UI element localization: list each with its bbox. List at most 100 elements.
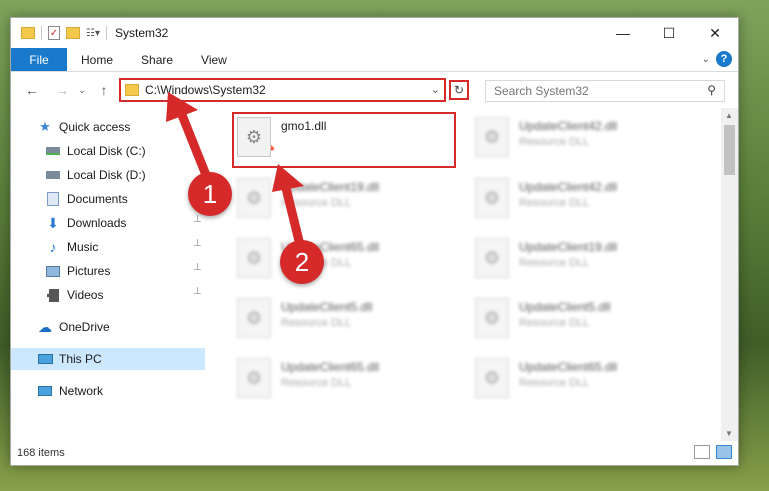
large-icons-view-button[interactable] [716,445,732,459]
sidebar-item-label: OneDrive [59,320,110,334]
file-name: UpdateClient5.dll [281,300,373,314]
file-type: Resource DLL [519,317,590,329]
folder-icon [125,84,139,96]
pin-icon: ⊥ [193,238,202,249]
title-bar: ✓ ☷▾ System32 — ☐ ✕ [11,18,738,48]
toolbar-separator [105,26,107,40]
file-name: UpdateClient65.dll [281,360,380,374]
up-arrow-icon: ↑ [100,82,108,98]
recent-locations-button[interactable]: ⌄ [71,79,93,101]
file-item[interactable]: ⚙ UpdateClient65.dll Resource DLL [237,358,457,408]
window-controls: — ☐ ✕ [600,18,738,48]
refresh-button[interactable]: ↻ [449,80,469,100]
step-2-marker: 2 [280,240,324,284]
sidebar-item-documents[interactable]: Documents [45,188,205,210]
dll-file-icon: ⚙ [237,238,271,278]
sidebar-item-label: Local Disk (C:) [67,144,146,158]
window-title: System32 [114,26,169,40]
sidebar-item-music[interactable]: ♪ Music [45,236,205,258]
view-toggle [694,445,732,459]
new-folder-icon[interactable] [66,27,80,39]
sidebar-item-local-disk-d[interactable]: Local Disk (D:) [45,164,205,186]
file-name: UpdateClient42.dll [519,180,618,194]
dll-file-icon: ⚙ [237,178,271,218]
dll-file-icon: ⚙ [475,238,509,278]
file-highlight-box [232,112,456,168]
drive-icon [45,143,61,159]
expand-ribbon-icon[interactable]: ⌄ [702,54,710,65]
file-item[interactable]: ⚙ UpdateClient42.dll Resource DLL [475,178,695,228]
address-row: ← → ⌄ ↑ C:\Windows\System32 ⌄ ↻ ⚲ [11,72,738,108]
sidebar-item-label: Documents [67,192,128,206]
properties-icon[interactable]: ✓ [48,26,60,40]
navigation-pane: ★ Quick access Local Disk (C:) 📌 Local D… [11,108,275,441]
dll-file-icon: ⚙ [475,358,509,398]
file-item[interactable]: ⚙ UpdateClient19.dll Resource DLL [237,178,457,228]
back-button[interactable]: ← [21,79,43,101]
sidebar-item-quick-access[interactable]: ★ Quick access [37,116,197,138]
tab-share[interactable]: Share [127,48,187,71]
tab-home[interactable]: Home [67,48,127,71]
file-type: Resource DLL [519,257,590,269]
minimize-button[interactable]: — [600,18,646,48]
star-icon: ★ [39,119,51,134]
tab-view[interactable]: View [187,48,241,71]
forward-arrow-icon: → [55,82,69,98]
tab-file[interactable]: File [11,48,67,71]
vertical-scrollbar[interactable]: ▲ ▼ [721,108,738,441]
search-input[interactable] [486,84,696,98]
cloud-icon: ☁ [38,318,52,335]
file-item[interactable]: ⚙ UpdateClient42.dll Resource DLL [475,117,695,167]
pin-icon: ⊥ [193,214,202,225]
sidebar-item-network[interactable]: Network [37,380,197,402]
search-box[interactable]: ⚲ [485,80,725,102]
sidebar-item-downloads[interactable]: ⬇ Downloads [45,212,205,234]
forward-button[interactable]: → [51,79,73,101]
back-arrow-icon: ← [25,82,39,98]
scroll-up-icon[interactable]: ▲ [725,111,733,120]
file-type: Resource DLL [281,197,352,209]
help-button[interactable]: ? [716,51,732,67]
address-bar[interactable]: C:\Windows\System32 ⌄ [119,78,446,102]
file-item[interactable]: ⚙ UpdateClient65.dll Resource DLL [475,358,695,408]
scrollbar-thumb[interactable] [724,125,735,175]
sidebar-item-this-pc[interactable]: This PC [11,348,205,370]
dll-file-icon: ⚙ [237,358,271,398]
customize-toolbar-icon[interactable]: ☷▾ [86,28,100,39]
sidebar-item-pictures[interactable]: Pictures [45,260,205,282]
file-name: UpdateClient5.dll [519,300,611,314]
scroll-down-icon[interactable]: ▼ [725,429,733,438]
file-item[interactable]: ⚙ UpdateClient19.dll Resource DLL [475,238,695,288]
ribbon-tabs: File Home Share View ⌄ ? [11,48,738,72]
file-name: UpdateClient65.dll [519,360,618,374]
sidebar-item-label: Network [59,384,104,398]
details-view-button[interactable] [694,445,710,459]
file-item[interactable]: ⚙ UpdateClient5.dll Resource DLL [475,298,695,348]
sidebar-item-local-disk-c[interactable]: Local Disk (C:) 📌 [45,140,275,162]
file-name: UpdateClient19.dll [519,240,618,254]
sidebar-item-onedrive[interactable]: ☁ OneDrive [37,316,197,338]
sidebar-item-label: Local Disk (D:) [67,168,146,182]
file-item[interactable]: ⚙ UpdateClient5.dll Resource DLL [237,298,457,348]
file-type: Resource DLL [281,377,352,389]
up-button[interactable]: ↑ [93,79,115,101]
computer-icon [37,351,53,367]
sidebar-item-label: Downloads [67,216,127,230]
sidebar-item-videos[interactable]: Videos [45,284,205,306]
file-item[interactable]: ⚙ UpdateClient65.dll Resource DLL [237,238,457,288]
chevron-down-icon[interactable]: ⌄ [431,83,440,96]
download-icon: ⬇ [47,214,59,231]
pictures-icon [45,263,61,279]
address-path[interactable]: C:\Windows\System32 [145,83,266,97]
file-name: UpdateClient42.dll [519,119,618,133]
step-1-marker: 1 [188,172,232,216]
videos-icon [45,287,61,303]
maximize-button[interactable]: ☐ [646,18,692,48]
main-content: ★ Quick access Local Disk (C:) 📌 Local D… [11,108,738,441]
drive-icon [45,167,61,183]
folder-icon [21,27,35,39]
close-button[interactable]: ✕ [692,18,738,48]
chevron-down-icon: ⌄ [78,84,86,95]
file-type: Resource DLL [519,197,590,209]
sidebar-item-label: Pictures [67,264,111,278]
